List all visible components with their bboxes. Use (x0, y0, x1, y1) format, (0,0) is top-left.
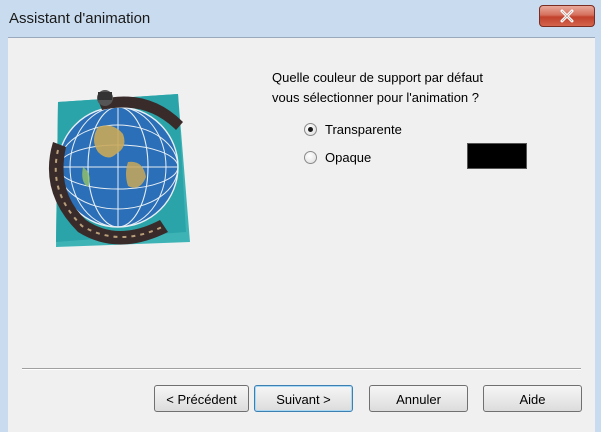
close-icon (560, 9, 574, 23)
button-divider (22, 368, 581, 370)
window-title: Assistant d'animation (9, 10, 151, 27)
title-bar: Assistant d'animation (0, 0, 601, 37)
close-button[interactable] (539, 5, 595, 27)
dialog-window: Assistant d'animation Quelle couleur de … (0, 0, 601, 432)
opaque-color-swatch[interactable] (467, 143, 527, 169)
dialog-body: Quelle couleur de support par défaut vou… (8, 37, 595, 432)
question-text: Quelle couleur de support par défaut vou… (272, 68, 572, 108)
globe-filmstrip-illustration (48, 90, 190, 247)
radio-opaque[interactable]: Opaque (304, 148, 371, 166)
back-button[interactable]: < Précédent (154, 385, 249, 412)
cancel-button[interactable]: Annuler (369, 385, 468, 412)
radio-button-transparente[interactable] (304, 122, 317, 136)
radio-transparente[interactable]: Transparente (304, 120, 402, 138)
question-line-1: Quelle couleur de support par défaut (272, 70, 484, 85)
radio-button-opaque[interactable] (304, 150, 317, 164)
question-line-2: vous sélectionner pour l'animation ? (272, 90, 479, 105)
next-button[interactable]: Suivant > (254, 385, 353, 412)
radio-label-transparente: Transparente (325, 121, 402, 137)
help-button[interactable]: Aide (483, 385, 582, 412)
radio-label-opaque: Opaque (325, 149, 372, 165)
